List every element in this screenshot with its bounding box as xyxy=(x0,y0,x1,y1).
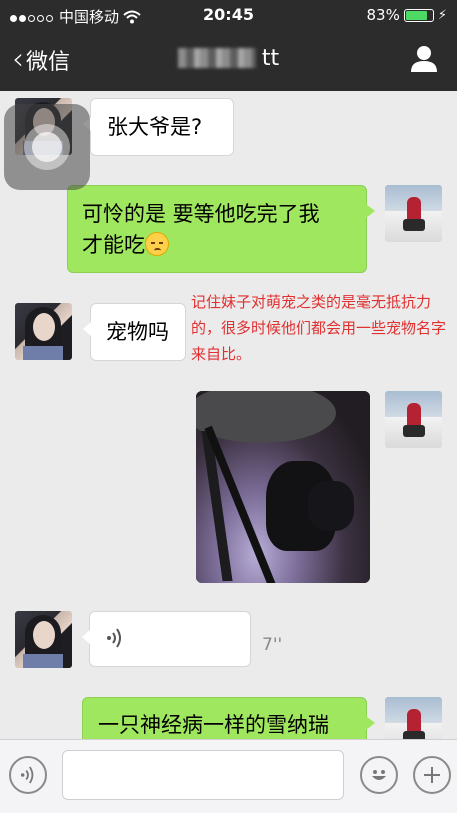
message-text: 张大爷是? xyxy=(107,115,203,139)
plus-icon xyxy=(424,767,440,783)
assistive-touch-button[interactable] xyxy=(4,104,90,190)
message-bubble-me[interactable]: 可怜的是 要等他吃完了我 才能吃 xyxy=(67,185,375,273)
message-bubble-contact[interactable]: 宠物吗 xyxy=(83,303,186,361)
voice-wave-icon xyxy=(20,766,34,784)
top-bar: 中国移动 20:45 83% ⚡ ‹ 微信 tt xyxy=(0,0,457,91)
voice-input-button[interactable] xyxy=(9,756,47,794)
message-text-line2: 才能吃 xyxy=(82,233,145,257)
contact-avatar[interactable] xyxy=(15,303,72,360)
voice-message-bubble[interactable] xyxy=(82,611,251,667)
battery-percent: 83% xyxy=(366,6,400,24)
person-icon[interactable] xyxy=(409,44,439,74)
my-avatar[interactable] xyxy=(385,391,442,448)
my-avatar[interactable] xyxy=(385,185,442,242)
add-button[interactable] xyxy=(413,756,451,794)
chat-title: tt xyxy=(0,46,457,71)
charging-icon: ⚡ xyxy=(437,7,447,23)
battery-info: 83% ⚡ xyxy=(367,6,447,24)
dog-photo-message[interactable] xyxy=(196,391,370,583)
message-text-line1: 可怜的是 要等他吃完了我 xyxy=(82,202,320,226)
voice-wave-icon xyxy=(107,628,121,648)
chat-title-suffix: tt xyxy=(261,46,280,71)
emoji-button[interactable] xyxy=(360,756,398,794)
nav-bar: ‹ 微信 tt xyxy=(0,30,457,91)
input-bar xyxy=(0,739,457,813)
contact-avatar[interactable] xyxy=(15,611,72,668)
smiley-icon xyxy=(372,770,386,780)
message-input[interactable] xyxy=(62,750,344,800)
message-bubble-contact[interactable]: 张大爷是? xyxy=(83,98,234,156)
annotation-note: 记住妹子对萌宠之类的是毫无抵抗力的，很多时候他们都会用一些宠物名字来自比。 xyxy=(191,293,447,363)
voice-duration: 7'' xyxy=(262,635,283,655)
redacted-name xyxy=(177,48,256,68)
message-text: 一只神经病一样的雪纳瑞 xyxy=(98,713,329,737)
message-text: 宠物吗 xyxy=(106,320,169,344)
pensive-face-emoji-icon xyxy=(145,232,169,256)
status-bar: 中国移动 20:45 83% ⚡ xyxy=(0,0,457,30)
battery-icon xyxy=(403,8,434,22)
